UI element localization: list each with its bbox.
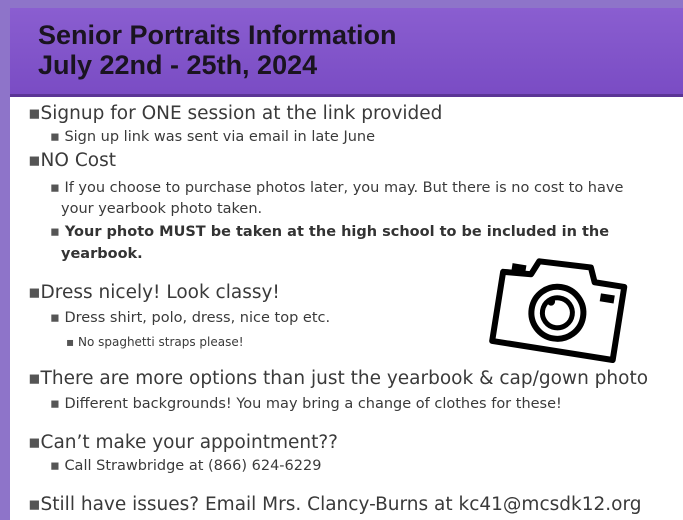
list-item-cost: ▪NO Cost: [28, 150, 116, 171]
list-item-appointment: ▪Can’t make your appointment??: [28, 432, 338, 453]
page-title: Senior Portraits Information: [38, 20, 397, 50]
list-item-dress: ▪Dress nicely! Look classy!: [28, 282, 280, 303]
list-item-cost-requirement: ▪ Your photo MUST be taken at the high s…: [50, 224, 610, 240]
list-item-issues: ▪Still have issues? Email Mrs. Clancy-Bu…: [28, 494, 642, 515]
list-item-appointment-detail: ▪ Call Strawbridge at (866) 624-6229: [50, 458, 322, 474]
list-item-dress-detail: ▪ Dress shirt, polo, dress, nice top etc…: [50, 310, 331, 326]
list-item-options-detail: ▪ Different backgrounds! You may bring a…: [50, 396, 562, 412]
list-item-signup-detail: ▪ Sign up link was sent via email in lat…: [50, 129, 376, 145]
list-item-cost-detail: ▪ If you choose to purchase photos later…: [50, 180, 624, 196]
date-subtitle: July 22nd - 25th, 2024: [38, 50, 318, 80]
list-item-signup: ▪Signup for ONE session at the link prov…: [28, 103, 443, 124]
list-item-cost-requirement-cont: yearbook.: [61, 246, 143, 262]
list-item-options: ▪There are more options than just the ye…: [28, 368, 649, 389]
list-item-cost-detail-cont: your yearbook photo taken.: [61, 201, 263, 217]
camera-icon: [489, 258, 628, 363]
list-item-dress-note: ▪ No spaghetti straps please!: [66, 335, 244, 349]
bullet: ▪: [28, 103, 41, 124]
header-banner: Senior Portraits Information July 22nd -…: [10, 8, 683, 97]
